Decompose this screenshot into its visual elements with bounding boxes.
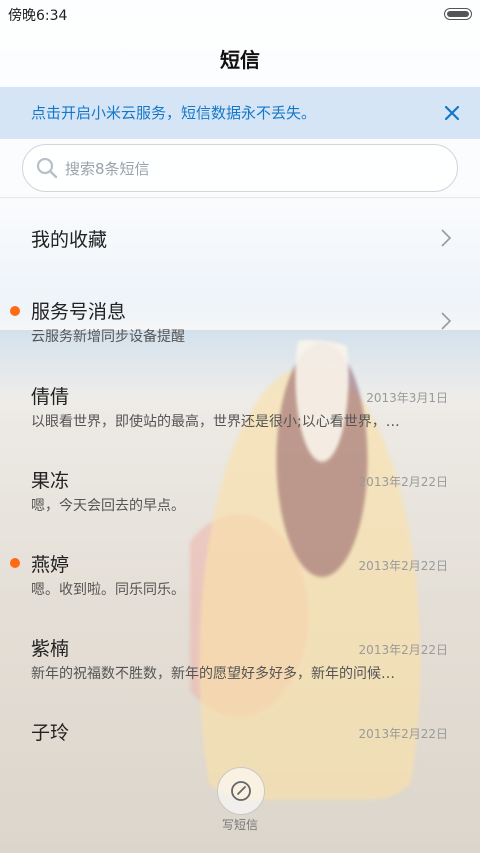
conversation-name: 倩倩 [31,386,70,408]
conversation-row[interactable]: 果冻 2013年2月22日 嗯，今天会回去的早点。 [0,452,480,536]
conversation-date: 2013年3月1日 [366,391,448,405]
conversation-name: 果冻 [31,470,70,492]
conversation-row[interactable]: 燕婷 2013年2月22日 嗯。收到啦。同乐同乐。 [0,536,480,620]
battery-icon [444,8,472,20]
search-box[interactable] [22,144,458,192]
conversation-preview: 以眼看世界，即使站的最高，世界还是很小;以心看世界，… [31,414,400,430]
favorites-row[interactable]: 我的收藏 [0,198,480,282]
chevron-right-icon [441,229,452,247]
chevron-right-icon [441,312,452,330]
close-icon[interactable] [440,101,464,125]
conversation-date: 2013年2月22日 [358,559,448,573]
favorites-label: 我的收藏 [31,229,108,251]
conversation-name: 紫楠 [31,638,70,660]
search-icon [36,157,58,179]
conversation-preview: 新年的祝福数不胜数，新年的愿望好多好多，新年的问候… [31,666,395,682]
conversation-row[interactable]: 倩倩 2013年3月1日 以眼看世界，即使站的最高，世界还是很小;以心看世界，… [0,368,480,452]
page-title: 短信 [220,48,260,72]
service-messages-row[interactable]: 服务号消息 云服务新增同步设备提醒 [0,284,480,368]
compose-icon [231,781,251,801]
banner-text[interactable]: 点击开启小米云服务，短信数据永不丢失。 [31,102,316,123]
conversation-date: 2013年2月22日 [358,475,448,489]
unread-dot [10,558,20,568]
search-input[interactable] [63,153,437,185]
status-time: 傍晚6:34 [8,8,68,24]
conversation-preview: 云服务新增同步设备提醒 [31,329,185,345]
cloud-service-banner[interactable]: 点击开启小米云服务，短信数据永不丢失。 [0,87,480,139]
conversation-name: 子玲 [31,722,70,744]
compose-label: 写短信 [221,818,258,832]
unread-dot [10,306,20,316]
conversation-name: 燕婷 [31,554,70,576]
conversation-date: 2013年2月22日 [358,643,448,657]
conversation-preview: 嗯。收到啦。同乐同乐。 [31,582,185,598]
conversation-name: 服务号消息 [31,301,127,323]
conversation-preview: 嗯，今天会回去的早点。 [31,498,185,514]
conversation-date: 2013年2月22日 [358,727,448,741]
status-bar: 傍晚6:34 [0,0,480,28]
compose-button[interactable] [217,767,265,815]
conversation-row[interactable]: 紫楠 2013年2月22日 新年的祝福数不胜数，新年的愿望好多好多，新年的问候… [0,620,480,704]
